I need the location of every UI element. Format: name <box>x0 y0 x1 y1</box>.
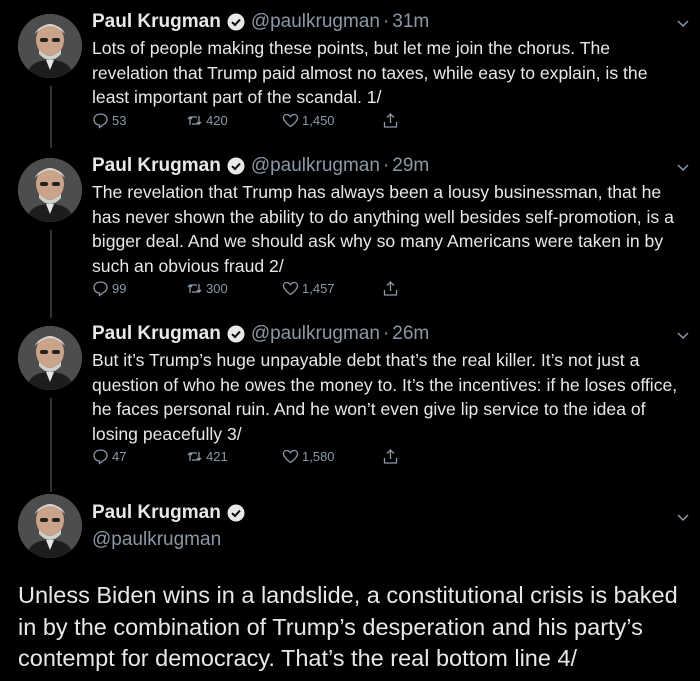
author-name-row: Paul Krugman <box>92 502 251 524</box>
share-button[interactable] <box>382 280 402 297</box>
tweet-actions: 53 420 1,450 <box>92 112 412 136</box>
chevron-down-icon[interactable] <box>676 16 690 30</box>
timestamp[interactable]: 31m <box>392 11 429 33</box>
share-icon <box>383 113 398 128</box>
like-count: 1,457 <box>302 281 335 296</box>
tweet-3[interactable]: Paul Krugman @paulkrugman · 26m But it’s… <box>0 320 700 480</box>
author-handle[interactable]: @paulkrugman <box>251 323 380 345</box>
reply-count: 53 <box>112 113 127 128</box>
retweet-count: 421 <box>206 449 228 464</box>
verified-badge-icon <box>227 504 245 522</box>
retweet-button[interactable]: 421 <box>186 448 228 465</box>
heart-icon <box>282 281 299 296</box>
reply-button[interactable]: 99 <box>92 280 126 297</box>
verified-badge-icon <box>227 13 245 31</box>
author-handle[interactable]: @paulkrugman <box>92 529 221 551</box>
heart-icon <box>282 113 299 128</box>
avatar[interactable] <box>18 14 82 78</box>
timestamp[interactable]: 29m <box>392 155 429 177</box>
chevron-down-icon[interactable] <box>676 510 690 524</box>
tweet-4[interactable]: Paul Krugman @paulkrugman <box>0 494 700 562</box>
reply-button[interactable]: 47 <box>92 448 126 465</box>
reply-icon <box>93 113 108 129</box>
retweet-count: 420 <box>206 113 228 128</box>
retweet-count: 300 <box>206 281 228 296</box>
separator-dot: · <box>382 11 390 32</box>
retweet-icon <box>187 284 202 293</box>
chevron-down-icon[interactable] <box>676 160 690 174</box>
retweet-icon <box>187 452 202 461</box>
tweet-actions: 99 300 1,457 <box>92 280 412 304</box>
heart-icon <box>282 449 299 464</box>
share-icon <box>383 281 398 296</box>
separator-dot: · <box>382 155 390 176</box>
tweet-header: Paul Krugman @paulkrugman · 31m <box>92 8 429 36</box>
reply-icon <box>93 281 108 297</box>
like-count: 1,450 <box>302 113 335 128</box>
tweet-text: Lots of people making these points, but … <box>92 38 648 107</box>
timestamp[interactable]: 26m <box>392 323 429 345</box>
avatar[interactable] <box>18 158 82 222</box>
share-button[interactable] <box>382 112 402 129</box>
reply-count: 47 <box>112 449 127 464</box>
retweet-button[interactable]: 300 <box>186 280 228 297</box>
author-name[interactable]: Paul Krugman <box>92 155 221 177</box>
like-button[interactable]: 1,457 <box>282 280 335 297</box>
share-icon <box>383 449 398 464</box>
reply-count: 99 <box>112 281 127 296</box>
like-button[interactable]: 1,580 <box>282 448 335 465</box>
tweet-actions: 47 421 1,580 <box>92 448 412 472</box>
share-button[interactable] <box>382 448 402 465</box>
author-handle[interactable]: @paulkrugman <box>251 155 380 177</box>
author-handle[interactable]: @paulkrugman <box>251 11 380 33</box>
separator-dot: · <box>382 323 390 344</box>
reply-button[interactable]: 53 <box>92 112 126 129</box>
verified-badge-icon <box>227 157 245 175</box>
avatar[interactable] <box>18 326 82 390</box>
author-name[interactable]: Paul Krugman <box>92 323 221 345</box>
tweet-header: Paul Krugman @paulkrugman · 29m <box>92 152 429 180</box>
reply-icon <box>93 449 108 465</box>
retweet-icon <box>187 116 202 125</box>
tweet-2[interactable]: Paul Krugman @paulkrugman · 29m The reve… <box>0 152 700 312</box>
tweet-text-expanded: Unless Biden wins in a landslide, a cons… <box>18 582 678 671</box>
verified-badge-icon <box>227 325 245 343</box>
tweet-1[interactable]: Paul Krugman @paulkrugman · 31m Lots of … <box>0 8 700 140</box>
author-name[interactable]: Paul Krugman <box>92 11 221 33</box>
tweet-text: But it’s Trump’s huge unpayable debt tha… <box>92 350 678 444</box>
chevron-down-icon[interactable] <box>676 328 690 342</box>
retweet-button[interactable]: 420 <box>186 112 228 129</box>
tweet-header: Paul Krugman @paulkrugman · 26m <box>92 320 429 348</box>
like-button[interactable]: 1,450 <box>282 112 335 129</box>
tweet-text: The revelation that Trump has always bee… <box>92 182 674 276</box>
avatar[interactable] <box>18 494 82 558</box>
author-name[interactable]: Paul Krugman <box>92 502 221 524</box>
like-count: 1,580 <box>302 449 335 464</box>
